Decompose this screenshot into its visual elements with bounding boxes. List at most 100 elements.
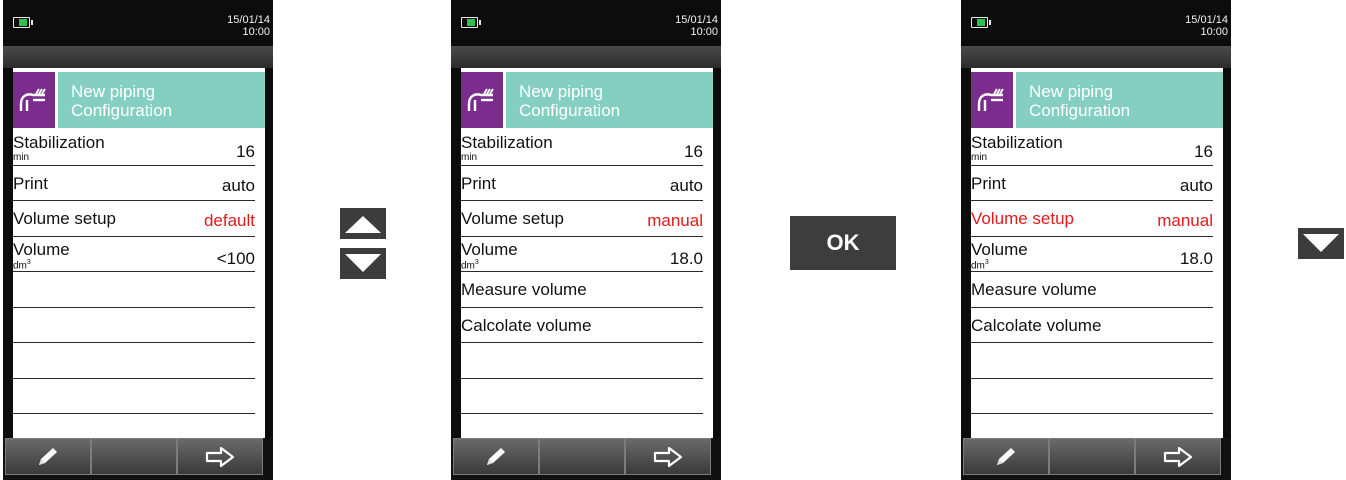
clock: 15/01/14 10:00: [675, 14, 718, 38]
edit-pencil-icon: [997, 447, 1015, 465]
blank-softkey[interactable]: [91, 438, 177, 475]
row-value: 16: [684, 142, 703, 161]
menu-title: New piping Configuration: [58, 72, 265, 128]
row-label: Stabilization: [971, 133, 1063, 152]
menu-title-line2: Configuration: [71, 101, 173, 120]
battery-icon: [971, 17, 991, 28]
piping-icon: [461, 72, 503, 128]
row-label: Measure volume: [971, 280, 1097, 299]
blank-softkey[interactable]: [539, 438, 625, 475]
menu-list: Stabilization min 16 Print auto Volume s…: [13, 130, 265, 414]
row-unit: min: [971, 152, 988, 163]
row-label: Print: [971, 173, 1006, 193]
up-arrow-key[interactable]: [340, 208, 386, 239]
edit-softkey[interactable]: [963, 438, 1049, 475]
softkey-bar: [3, 438, 273, 480]
softkey-bar: [451, 438, 721, 480]
row-volume[interactable]: Volume dm3 <100: [13, 237, 255, 272]
row-value: 18.0: [669, 248, 703, 268]
menu-title-line1: New piping: [519, 82, 604, 101]
row-measure-volume[interactable]: Measure volume: [461, 272, 703, 308]
row-label: Calcolate volume: [461, 315, 592, 335]
row-empty: [461, 343, 703, 379]
row-empty: [13, 272, 255, 308]
row-stabilization[interactable]: Stabilization min 16: [971, 130, 1213, 166]
piping-icon: [13, 72, 55, 128]
down-arrow-key[interactable]: [1298, 228, 1344, 259]
menu-title-line2: Configuration: [519, 101, 621, 120]
edit-softkey[interactable]: [5, 438, 91, 475]
row-volume-setup[interactable]: Volume setup default: [13, 201, 255, 237]
row-value: 16: [236, 142, 255, 161]
row-measure-volume[interactable]: Measure volume: [971, 272, 1213, 308]
status-time: 10:00: [242, 26, 270, 38]
row-print[interactable]: Print auto: [461, 166, 703, 201]
device-screen-3: 15/01/14 10:00 New piping Configuration …: [961, 0, 1231, 480]
menu-title: New piping Configuration: [1016, 72, 1223, 128]
row-label: Volume: [971, 239, 1028, 259]
menu-screen: New piping Configuration Stabilization m…: [461, 68, 713, 438]
row-stabilization[interactable]: Stabilization min 16: [13, 130, 255, 166]
row-value: 16: [1194, 142, 1213, 161]
row-label: Calcolate volume: [971, 315, 1102, 335]
device-screen-2: 15/01/14 10:00 New piping Configuration …: [451, 0, 721, 480]
row-print[interactable]: Print auto: [13, 166, 255, 201]
down-arrow-icon: [1303, 234, 1339, 252]
row-empty: [13, 308, 255, 343]
device-screen-1: 15/01/14 10:00 New piping Configuration …: [3, 0, 273, 480]
edit-softkey[interactable]: [453, 438, 539, 475]
piping-icon: [971, 72, 1013, 128]
row-volume-setup[interactable]: Volume setup manual: [971, 201, 1213, 237]
row-value: <100: [216, 248, 255, 268]
menu-title-line1: New piping: [1029, 82, 1114, 101]
status-bar: 15/01/14 10:00: [451, 0, 721, 46]
row-volume[interactable]: Volume dm3 18.0: [971, 237, 1213, 272]
row-empty: [461, 379, 703, 414]
status-time: 10:00: [1200, 26, 1228, 38]
next-softkey[interactable]: [1135, 438, 1221, 475]
row-unit: min: [461, 152, 478, 163]
status-date: 15/01/14: [227, 14, 270, 26]
row-value: 18.0: [1179, 248, 1213, 268]
up-arrow-icon: [345, 216, 381, 233]
row-empty: [13, 379, 255, 414]
row-unit: dm3: [461, 258, 479, 271]
next-arrow-icon: [653, 446, 683, 467]
row-volume[interactable]: Volume dm3 18.0: [461, 237, 703, 272]
row-unit: dm3: [13, 258, 31, 271]
battery-icon: [461, 17, 481, 28]
row-label: Volume setup: [461, 209, 565, 228]
row-calcolate-volume[interactable]: Calcolate volume: [971, 308, 1213, 343]
top-bezel: [961, 46, 1231, 68]
next-arrow-icon: [1163, 446, 1193, 467]
row-label: Print: [461, 173, 496, 193]
row-value: default: [203, 211, 255, 230]
menu-screen: New piping Configuration Stabilization m…: [971, 68, 1223, 438]
row-print[interactable]: Print auto: [971, 166, 1213, 201]
edit-pencil-icon: [39, 447, 57, 465]
row-label: Volume: [461, 239, 518, 259]
row-empty: [971, 343, 1213, 379]
menu-list: Stabilization min 16 Print auto Volume s…: [971, 130, 1223, 414]
status-bar: 15/01/14 10:00: [961, 0, 1231, 46]
blank-softkey[interactable]: [1049, 438, 1135, 475]
top-bezel: [451, 46, 721, 68]
next-softkey[interactable]: [177, 438, 263, 475]
row-value: auto: [669, 175, 703, 195]
row-stabilization[interactable]: Stabilization min 16: [461, 130, 703, 166]
ok-key[interactable]: OK: [790, 216, 896, 270]
top-bezel: [3, 46, 273, 68]
down-arrow-key[interactable]: [340, 248, 386, 279]
row-unit: dm3: [971, 258, 989, 271]
status-date: 15/01/14: [1185, 14, 1228, 26]
row-calcolate-volume[interactable]: Calcolate volume: [461, 308, 703, 343]
menu-title: New piping Configuration: [506, 72, 713, 128]
battery-icon: [13, 17, 33, 28]
down-arrow-icon: [345, 254, 381, 272]
row-empty: [13, 343, 255, 379]
edit-pencil-icon: [487, 447, 505, 465]
row-label: Stabilization: [13, 133, 105, 152]
row-label: Stabilization: [461, 133, 553, 152]
row-volume-setup[interactable]: Volume setup manual: [461, 201, 703, 237]
next-softkey[interactable]: [625, 438, 711, 475]
